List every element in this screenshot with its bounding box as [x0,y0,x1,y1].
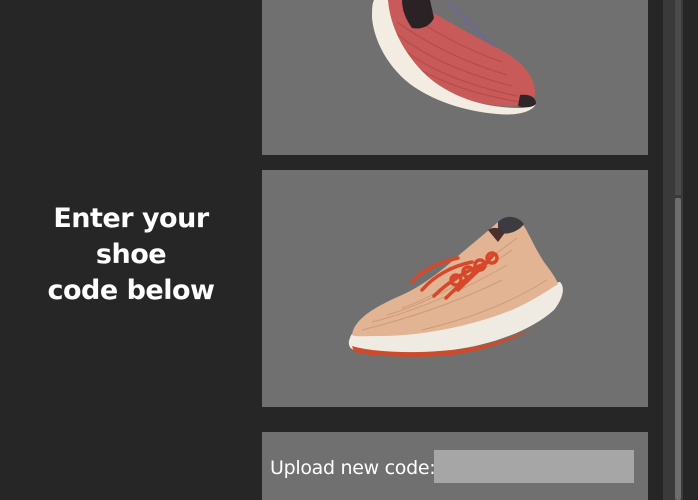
red-running-shoe-image [372,0,536,115]
scrollbar-thumb[interactable] [675,198,681,500]
window-edge [683,0,698,500]
shoe-code-input[interactable] [434,450,634,483]
peach-knit-sneaker-image [348,216,563,357]
shoe-code-app: Enter your shoe code below Upload new co… [0,0,698,500]
upload-label: Upload new code: [270,457,436,479]
shoe-card-2[interactable] [262,170,648,407]
prompt-line-2: code below [47,275,215,306]
vertical-scrollbar[interactable] [663,0,683,500]
prompt-heading: Enter your shoe code below [16,201,246,309]
shoe-card-1[interactable] [262,0,648,155]
upload-panel: Upload new code: [262,432,648,500]
scrollbar-track[interactable] [675,0,681,195]
prompt-panel: Enter your shoe code below [0,0,262,500]
prompt-line-1: Enter your shoe [53,203,209,270]
